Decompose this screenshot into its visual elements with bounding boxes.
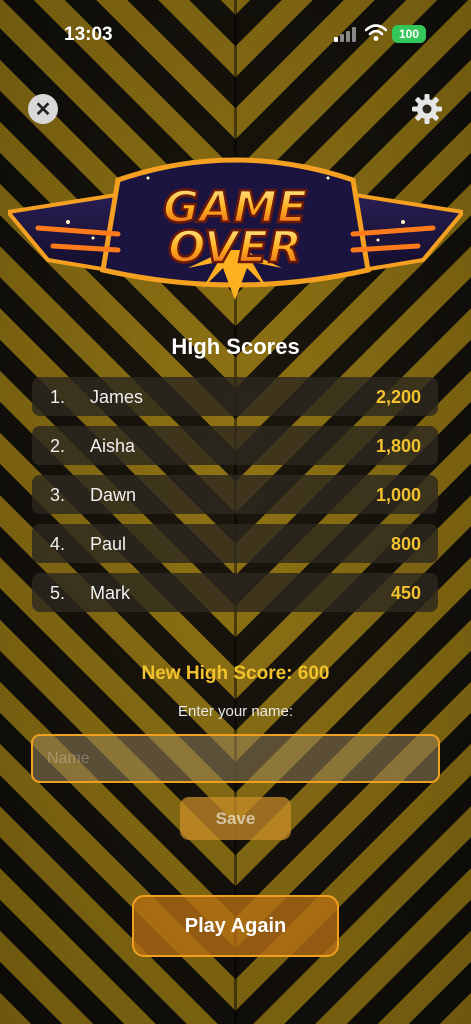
high-scores-list: 1. James 2,200 2. Aisha 1,800 3. Dawn 1,…	[32, 377, 438, 622]
score-player-name: James	[90, 387, 144, 407]
close-button[interactable]: ✕	[28, 94, 58, 124]
logo-line2: OVER	[168, 222, 302, 273]
score-row: 4. Paul 800	[32, 524, 438, 563]
player-name-input[interactable]	[31, 734, 440, 783]
score-row: 1. James 2,200	[32, 377, 438, 416]
play-again-button[interactable]: Play Again	[132, 895, 339, 957]
high-scores-title: High Scores	[171, 334, 300, 359]
save-button[interactable]: Save	[180, 797, 291, 840]
settings-button[interactable]	[410, 92, 444, 126]
score-player-name: Paul	[90, 534, 127, 554]
game-over-logo: GAME OVER	[8, 157, 463, 300]
score-player-name: Mark	[90, 583, 130, 603]
score-row: 5. Mark 450	[32, 573, 438, 612]
cellular-signal-icon	[334, 27, 356, 42]
score-player-name: Aisha	[90, 436, 136, 456]
gear-icon	[412, 94, 442, 124]
score-value: 1,000	[375, 485, 421, 505]
score-rank: 5.	[50, 583, 66, 603]
new-high-score-label: New High Score: 600	[141, 663, 330, 684]
score-rank: 1.	[50, 387, 66, 407]
score-value: 800	[390, 534, 421, 554]
score-rank: 4.	[50, 534, 66, 554]
score-value: 2,200	[375, 387, 421, 407]
battery-indicator: 100	[392, 25, 426, 43]
score-row: 3. Dawn 1,000	[32, 475, 438, 514]
score-row: 2. Aisha 1,800	[32, 426, 438, 465]
score-value: 450	[390, 583, 421, 603]
wifi-icon	[365, 24, 387, 41]
score-rank: 2.	[50, 436, 66, 456]
score-value: 1,800	[375, 436, 421, 456]
close-icon: ✕	[34, 98, 52, 121]
status-bar: 13:03 100	[0, 0, 471, 60]
status-time: 13:03	[64, 24, 113, 45]
enter-name-label: Enter your name:	[177, 703, 294, 720]
score-player-name: Dawn	[90, 485, 137, 505]
score-rank: 3.	[50, 485, 66, 505]
